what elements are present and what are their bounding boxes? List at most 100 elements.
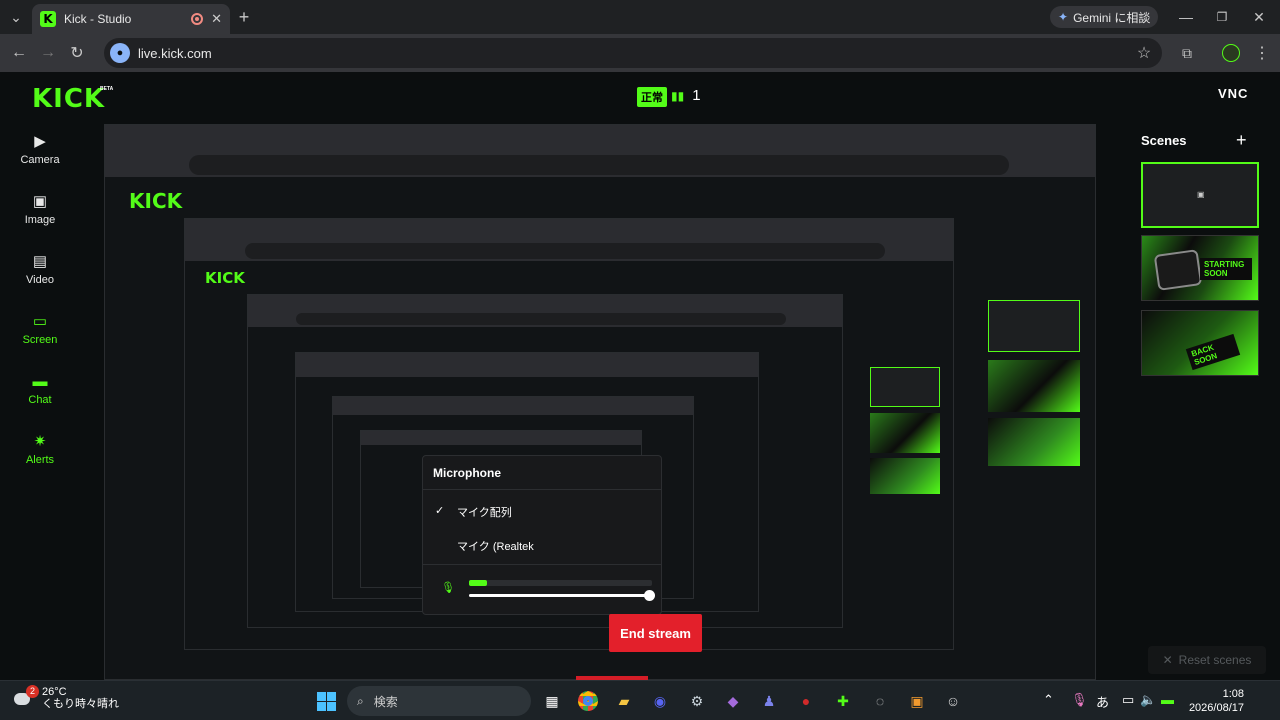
- weather-badge: 2: [26, 685, 39, 698]
- windows-start-icon[interactable]: [314, 689, 338, 713]
- extensions-icon[interactable]: ⧉: [1177, 43, 1197, 63]
- app-rose-icon[interactable]: ●: [794, 689, 818, 713]
- clock-date: 2026/08/17: [1188, 702, 1244, 714]
- weather-desc: くもり時々晴れ: [42, 698, 119, 710]
- microphone-title: Microphone: [433, 466, 501, 480]
- gemini-button[interactable]: ✦ Gemini に相談: [1050, 6, 1159, 28]
- app-grid-icon[interactable]: ✚: [831, 689, 855, 713]
- back-icon[interactable]: ←: [9, 43, 29, 63]
- microphone-icon[interactable]: 🎙: [441, 581, 455, 594]
- file-explorer-icon[interactable]: ▰: [612, 689, 636, 713]
- app-circle-icon[interactable]: ◌: [868, 689, 892, 713]
- sidebar-item-label: Camera: [20, 154, 60, 166]
- sidebar-item-camera[interactable]: ▶ Camera: [0, 133, 80, 167]
- kick-logo[interactable]: KICK: [32, 84, 105, 114]
- tray-mic-icon[interactable]: 🎙: [1071, 692, 1088, 708]
- search-placeholder: 検索: [373, 694, 398, 709]
- ime-indicator[interactable]: あ: [1096, 692, 1109, 711]
- reload-icon[interactable]: ↻: [67, 43, 87, 63]
- viewers-icon: ▮▮: [671, 88, 685, 103]
- taskbar: 2 26°C くもり時々晴れ ⌕ 検索 ▦ ▰ ◉ ⚙ ◆ ♟ ● ✚ ◌ ▣ …: [0, 680, 1280, 720]
- window-close-icon[interactable]: ✕: [1249, 7, 1269, 27]
- sidebar-item-label: Screen: [22, 334, 58, 346]
- address-bar[interactable]: ● live.kick.com: [104, 38, 1162, 68]
- sidebar-item-image[interactable]: ▣ Image: [0, 193, 80, 227]
- taskbar-search[interactable]: ⌕ 検索: [347, 686, 531, 716]
- scene-device-image: [1153, 249, 1203, 291]
- close-icon: ✕: [1162, 653, 1173, 667]
- scenes-title: Scenes: [1141, 133, 1187, 148]
- tray-battery-icon[interactable]: ▬: [1161, 692, 1174, 707]
- weather-icon: 2: [14, 685, 39, 707]
- browser-tab[interactable]: K Kick - Studio ✕: [32, 4, 230, 34]
- task-view-icon[interactable]: ▦: [540, 689, 564, 713]
- nested-logo: KICK: [129, 189, 183, 213]
- tray-network-icon[interactable]: ▭: [1122, 692, 1134, 708]
- mic-option-1[interactable]: マイク (Realtek: [457, 538, 534, 554]
- profile-avatar[interactable]: [1221, 43, 1241, 63]
- video-icon: ▤: [32, 253, 48, 270]
- app-chat-icon[interactable]: ☺: [941, 689, 965, 713]
- browser-toolbar: ← → ↻ ● live.kick.com ☆ ⧉ ⋮: [0, 34, 1280, 72]
- sidebar-item-label: Chat: [28, 394, 52, 406]
- end-stream-button[interactable]: End stream: [609, 614, 702, 652]
- app-image-icon[interactable]: ▣: [905, 689, 929, 713]
- tray-overflow-icon[interactable]: ⌃: [1043, 692, 1054, 708]
- sidebar-item-chat[interactable]: ▬ Chat: [0, 373, 80, 407]
- microphone-menu: Microphone ✓ マイク配列 マイク (Realtek 🎙: [422, 455, 662, 615]
- beta-tag: BETA: [100, 86, 114, 92]
- camera-icon: ▶: [34, 133, 46, 150]
- live-status-badge: 正常: [637, 87, 667, 107]
- sidebar-item-alerts[interactable]: ✷ Alerts: [0, 433, 80, 467]
- sidebar-item-label: Image: [24, 214, 56, 226]
- alerts-icon: ✷: [33, 433, 47, 450]
- scene-thumbnail[interactable]: STARTING SOON: [1141, 235, 1259, 301]
- discord-icon[interactable]: ◉: [648, 689, 672, 713]
- bookmark-star-icon[interactable]: ☆: [1134, 43, 1154, 63]
- settings-icon[interactable]: ⚙: [685, 689, 709, 713]
- tab-close-icon[interactable]: ✕: [211, 11, 222, 27]
- browser-tab-strip: ⌄ K Kick - Studio ✕ + ✦ Gemini に相談 — ❐ ✕: [0, 0, 1280, 34]
- tab-title: Kick - Studio: [64, 12, 132, 26]
- kick-favicon-icon: K: [40, 11, 56, 27]
- scene-label: STARTING SOON: [1200, 258, 1252, 280]
- weather-widget[interactable]: 2 26°C くもり時々晴れ: [14, 685, 119, 710]
- user-avatar[interactable]: VNC: [1218, 86, 1248, 101]
- chat-icon: ▬: [32, 373, 48, 390]
- sidebar-item-label: Video: [26, 274, 54, 286]
- viewer-count-value: 1: [692, 87, 701, 104]
- forward-icon[interactable]: →: [38, 43, 58, 63]
- scene-preview-icon: ▣: [1197, 190, 1205, 199]
- new-tab-icon[interactable]: +: [234, 7, 254, 27]
- scene-thumbnail[interactable]: BACK SOON: [1141, 310, 1259, 376]
- site-mic-icon[interactable]: ●: [110, 43, 130, 63]
- tray-volume-icon[interactable]: 🔈: [1140, 692, 1156, 708]
- url-text: live.kick.com: [138, 45, 212, 61]
- screen-icon: ▭: [32, 313, 48, 330]
- mic-volume-slider[interactable]: [469, 594, 652, 597]
- viewer-count: ▮▮ 1: [671, 87, 701, 104]
- visual-studio-icon[interactable]: ◆: [721, 689, 745, 713]
- reset-scenes-button[interactable]: ✕ Reset scenes: [1148, 646, 1266, 674]
- mic-volume-handle[interactable]: [644, 590, 655, 601]
- scene-label: BACK SOON: [1185, 333, 1241, 371]
- tab-search-icon[interactable]: ⌄: [6, 7, 26, 27]
- chrome-icon[interactable]: [576, 689, 600, 713]
- scene-thumbnail[interactable]: ▣: [1141, 162, 1259, 228]
- sidebar-item-video[interactable]: ▤ Video: [0, 253, 80, 287]
- minimize-icon[interactable]: —: [1176, 7, 1196, 27]
- sidebar-item-screen[interactable]: ▭ Screen: [0, 313, 80, 347]
- add-scene-button[interactable]: +: [1236, 130, 1247, 151]
- clock[interactable]: 1:08 2026/08/17: [1189, 687, 1244, 715]
- image-icon: ▣: [32, 193, 48, 210]
- clock-time: 1:08: [1222, 688, 1244, 700]
- gemini-icon: ✦: [1058, 10, 1069, 24]
- maximize-icon[interactable]: ❐: [1212, 7, 1232, 27]
- mic-option-0[interactable]: マイク配列: [457, 504, 512, 520]
- reset-scenes-label: Reset scenes: [1178, 653, 1252, 667]
- browser-menu-icon[interactable]: ⋮: [1252, 43, 1272, 63]
- kick-studio: KICK BETA 正常 ▮▮ 1 VNC ▶ Camera ▣ Image ▤…: [0, 72, 1280, 680]
- teams-icon[interactable]: ♟: [757, 689, 781, 713]
- weather-temp: 26°C: [42, 686, 67, 698]
- gemini-label: Gemini に相談: [1073, 10, 1151, 25]
